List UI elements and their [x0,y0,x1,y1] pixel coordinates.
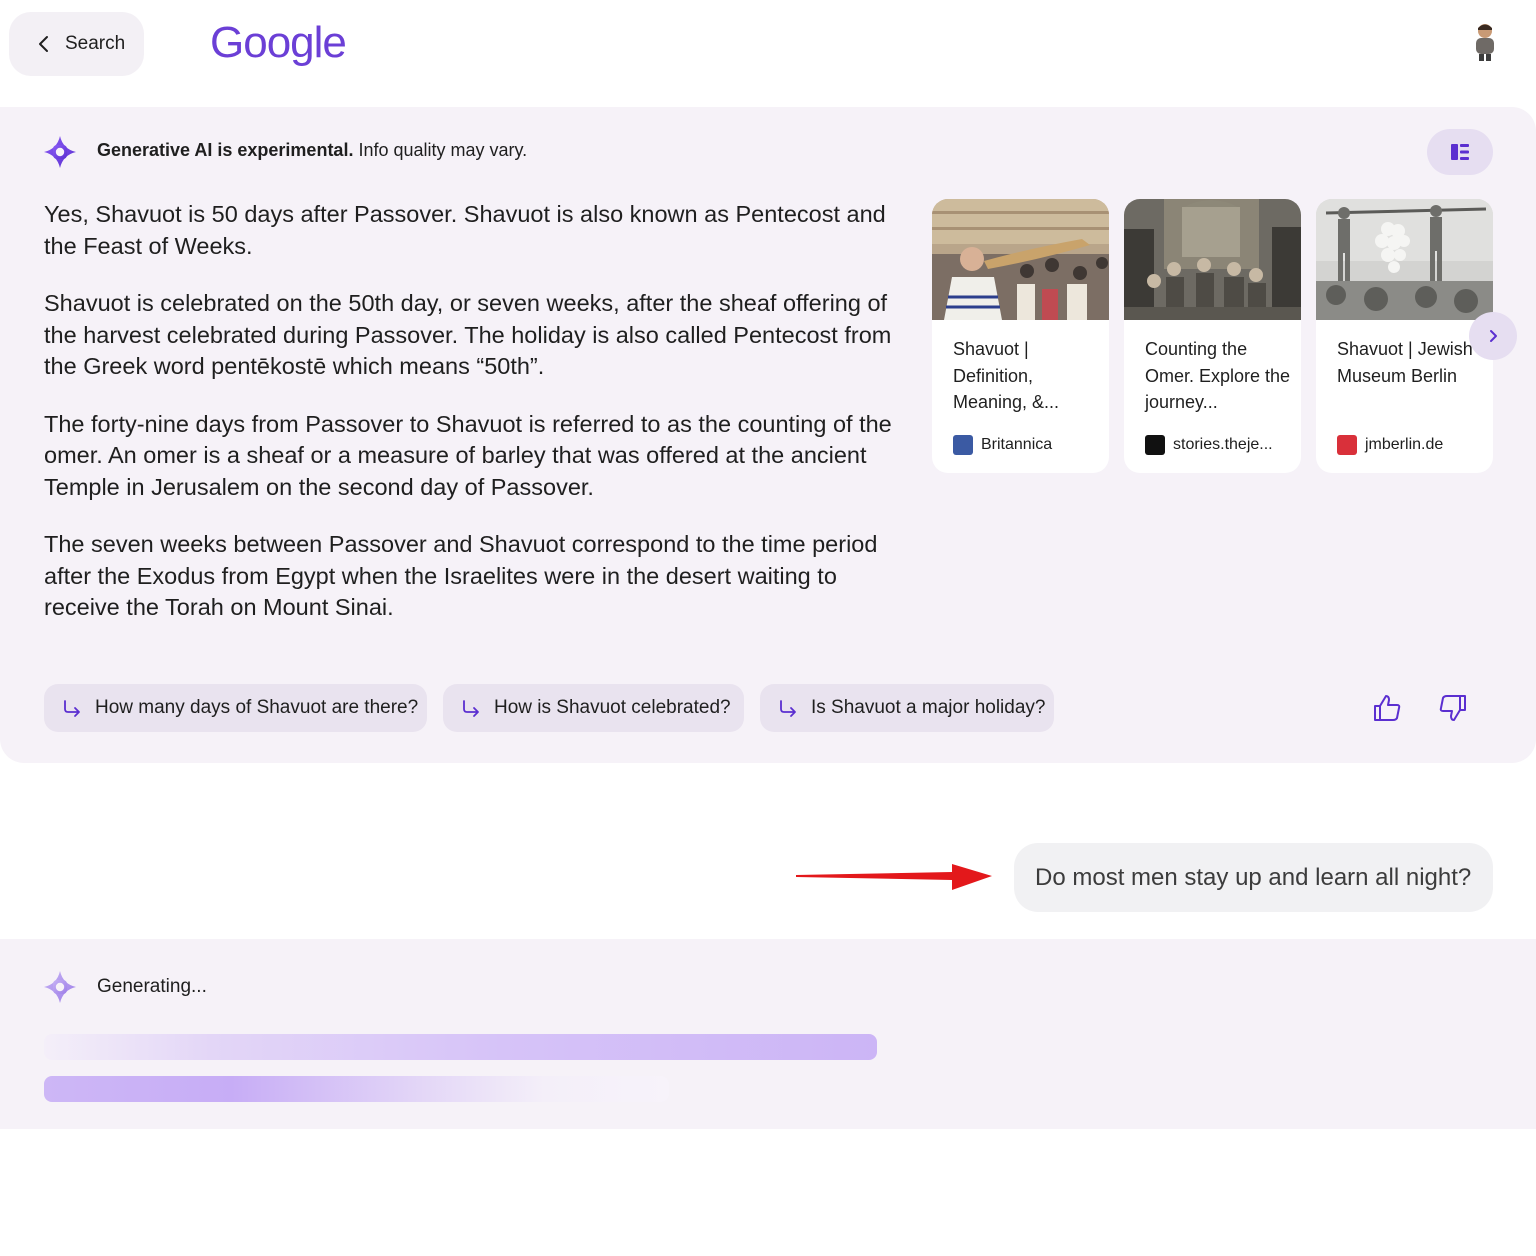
source-site-name: jmberlin.de [1365,436,1444,453]
stories-favicon-icon [1145,435,1165,455]
followup-chip[interactable]: How many days of Shavuot are there? [44,684,427,732]
next-sources-button[interactable] [1469,312,1517,360]
answer-paragraph: Shavuot is celebrated on the 50th day, o… [44,290,892,379]
answer-paragraph: Yes, Shavuot is 50 days after Passover. … [44,201,886,259]
shofar-photo [932,199,1109,320]
thumbs-down-icon[interactable] [1437,692,1469,724]
reply-arrow-icon [64,700,80,717]
source-card-stories[interactable]: Counting the Omer. Explore the journey..… [1124,199,1301,473]
user-query-bubble: Do most men stay up and learn all night? [1014,843,1493,912]
layout-list-icon [1451,144,1469,160]
chevron-left-icon [39,36,48,52]
followup-chip[interactable]: How is Shavuot celebrated? [443,684,744,732]
counting-omer-painting [1124,199,1301,320]
notice-bold: Generative AI is experimental. [97,140,354,160]
thumbs-up-icon[interactable] [1371,692,1403,724]
answer-paragraph: The forty-nine days from Passover to Sha… [44,410,892,500]
source-site: jmberlin.de [1337,435,1443,455]
experimental-notice: Generative AI is experimental. Info qual… [97,140,527,161]
source-site-name: stories.theje... [1173,436,1273,453]
source-site-name: Britannica [981,436,1053,453]
harvest-grapes-photo [1316,199,1493,320]
source-title: Counting the Omer. Explore the journey..… [1145,339,1291,412]
source-title: Shavuot | Definition, Meaning, &... [953,339,1060,412]
ai-answer: Yes, Shavuot is 50 days after Passover. … [44,199,894,650]
source-site: Britannica [953,435,1052,455]
answer-paragraph: The seven weeks between Passover and Sha… [44,531,878,620]
reply-arrow-icon [780,700,796,717]
source-title: Shavuot | Jewish Museum Berlin [1337,339,1473,386]
ai-overview-panel: Generative AI is experimental. Info qual… [0,107,1536,763]
red-arrow-annotation [796,864,992,890]
source-card-britannica[interactable]: Shavuot | Definition, Meaning, &... Brit… [932,199,1109,473]
source-site: stories.theje... [1145,435,1273,455]
jmberlin-favicon-icon [1337,435,1357,455]
user-query-text: Do most men stay up and learn all night? [1035,863,1472,891]
loading-shimmer-bar [44,1034,877,1060]
back-to-search-button[interactable]: Search [9,12,144,76]
layout-toggle-button[interactable] [1427,129,1493,175]
google-logo[interactable]: Google [210,18,347,68]
reply-arrow-icon [463,700,479,717]
generating-label: Generating... [97,976,207,997]
followup-label: How many days of Shavuot are there? [95,697,419,718]
notice-rest: Info quality may vary. [353,140,528,160]
followup-label: How is Shavuot celebrated? [494,697,731,718]
back-label: Search [65,33,126,54]
gemini-sparkle-icon [44,971,76,1003]
followup-label: Is Shavuot a major holiday? [811,697,1046,718]
loading-shimmer-bar [44,1076,669,1102]
britannica-favicon-icon [953,435,973,455]
chevron-right-icon [1490,330,1497,342]
followup-chip[interactable]: Is Shavuot a major holiday? [760,684,1054,732]
gemini-sparkle-icon [44,136,76,168]
source-card-jmberlin[interactable]: Shavuot | Jewish Museum Berlin jmberlin.… [1316,199,1493,473]
generating-panel: Generating... [0,939,1536,1129]
avatar[interactable] [1470,22,1500,62]
